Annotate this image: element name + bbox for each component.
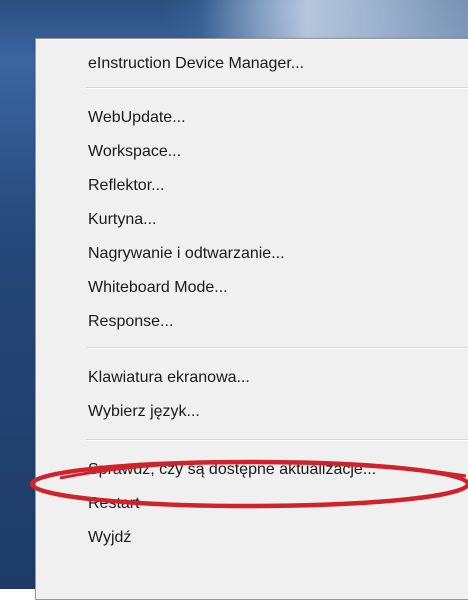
menu-item-response[interactable]: Response...: [88, 305, 173, 339]
menu-item-device-manager[interactable]: eInstruction Device Manager...: [88, 47, 304, 81]
menu-separator: [86, 347, 468, 349]
menu-item-check-updates[interactable]: Sprawdź, czy są dostępne aktualizacje...: [88, 453, 376, 487]
menu-item-whiteboard-mode[interactable]: Whiteboard Mode...: [88, 271, 228, 305]
menu-item-nagrywanie[interactable]: Nagrywanie i odtwarzanie...: [88, 237, 285, 271]
menu-separator: [86, 87, 468, 89]
menu-item-workspace[interactable]: Workspace...: [88, 135, 181, 169]
menu-item-kurtyna[interactable]: Kurtyna...: [88, 203, 156, 237]
menu-item-wybierz-jezyk[interactable]: Wybierz język...: [88, 395, 200, 429]
menu-separator: [86, 439, 468, 441]
menu-item-restart[interactable]: Restart: [88, 487, 140, 521]
menu-item-klawiatura[interactable]: Klawiatura ekranowa...: [88, 361, 250, 395]
menu-item-webupdate[interactable]: WebUpdate...: [88, 101, 186, 135]
menu-item-wyjdz[interactable]: Wyjdź: [88, 521, 131, 555]
context-menu: eInstruction Device Manager... WebUpdate…: [35, 38, 468, 600]
menu-item-reflektor[interactable]: Reflektor...: [88, 169, 164, 203]
